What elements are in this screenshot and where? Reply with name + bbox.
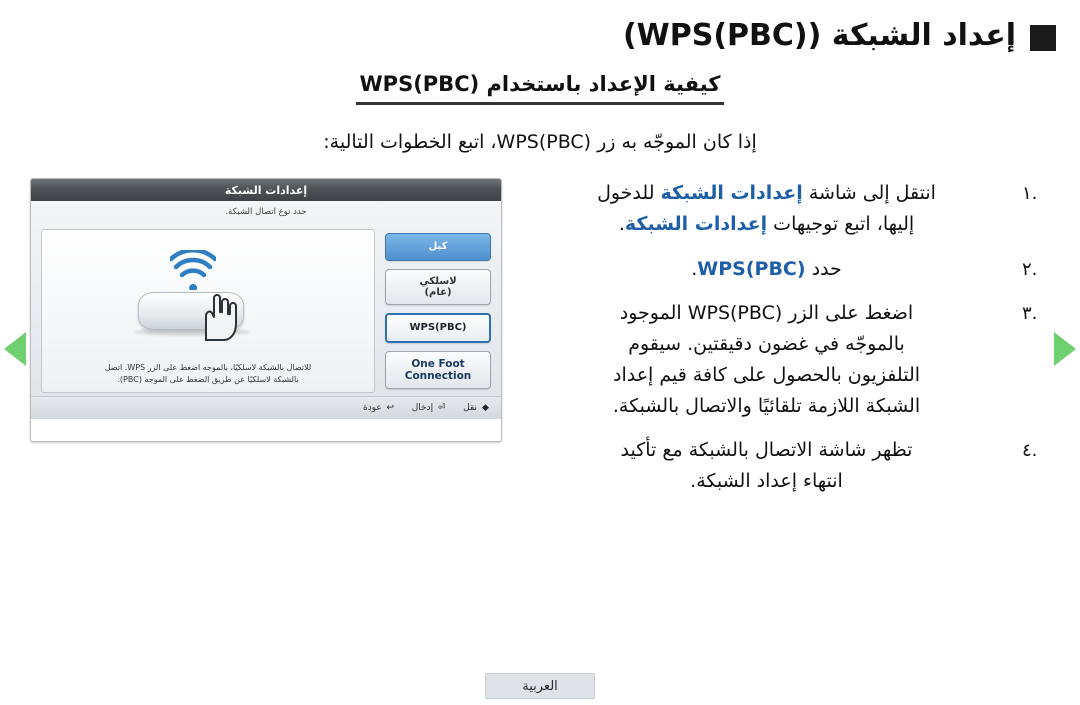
footer-item-return-label: عودة <box>363 403 382 413</box>
tv-screen-illustration: إعدادات الشبكة حدد نوع اتصال الشبكة. كبل… <box>30 178 502 442</box>
step-1-line-1-post: للدخول <box>597 182 661 204</box>
tv-preview-panel: للاتصال بالشبكة لاسلكيًا، بالموجه اضغط ع… <box>41 229 375 393</box>
tv-screen-footer: ◆ نقل ⏎ إدخال ↩ عودة <box>31 396 501 419</box>
step-4-text: تظهر شاشة الاتصال بالشبكة مع تأكيد انتها… <box>511 435 1022 497</box>
router-illustration <box>42 244 374 341</box>
footer-item-move-label: نقل <box>463 403 477 413</box>
footer-item-enter[interactable]: ⏎ إدخال <box>412 403 447 413</box>
step-3-number: .٣ <box>1022 303 1038 325</box>
step-2-number: .٢ <box>1022 258 1038 280</box>
square-bullet-icon <box>1030 24 1056 51</box>
tv-screen-hint: حدد نوع اتصال الشبكة. <box>225 207 307 217</box>
page-title: إعداد الشبكة (WPS(PBC)) <box>622 18 1016 53</box>
tv-menu-item-cable[interactable]: كبل <box>385 233 491 261</box>
step-4-number: .٤ <box>1022 440 1038 462</box>
tv-menu-item-one-foot-label-2: Connection <box>404 370 472 382</box>
footer-item-return[interactable]: ↩ عودة <box>363 403 396 413</box>
step-1-line-1-pre: انتقل إلى شاشة <box>802 182 936 204</box>
tv-menu-item-wireless-label-2: (عام) <box>424 287 452 298</box>
tv-menu-item-cable-label: كبل <box>428 241 448 253</box>
tv-menu-item-wpspbc[interactable]: WPS(PBC) <box>385 313 491 343</box>
step-1-text: انتقل إلى شاشة إعدادات الشبكة للدخول إلي… <box>511 178 1022 240</box>
step-3-line-4: الشبكة اللازمة تلقائيًا والاتصال بالشبكة… <box>612 394 921 417</box>
step-4-line-1: تظهر شاشة الاتصال بالشبكة مع تأكيد <box>620 439 913 462</box>
language-tab[interactable]: العربية <box>485 673 595 699</box>
step-1-line-1: انتقل إلى شاشة إعدادات الشبكة للدخول <box>511 178 1022 209</box>
step-1-line-1-highlight: إعدادات الشبكة <box>660 182 803 204</box>
wifi-icon <box>170 250 216 290</box>
enter-key-icon: ⏎ <box>437 403 446 413</box>
footer-item-move[interactable]: ◆ نقل <box>463 403 491 413</box>
step-2-line-1: حدد WPS(PBC). <box>511 254 1022 285</box>
step-4: .٤ تظهر شاشة الاتصال بالشبكة مع تأكيد ان… <box>511 435 1056 497</box>
prev-page-arrow-icon[interactable] <box>4 332 26 366</box>
tv-menu-item-wireless[interactable]: لاسلكي (عام) <box>385 269 491 305</box>
tv-panel-description-line2: بالشبكة لاسلكيًا عن طريق الضغط على الموج… <box>117 375 299 384</box>
tv-menu-list: كبل لاسلكي (عام) WPS(PBC) One Foot Conne… <box>385 233 491 389</box>
tv-screen-body: حدد نوع اتصال الشبكة. كبل لاسلكي (عام) W… <box>31 201 501 419</box>
steps-list: .١ انتقل إلى شاشة إعدادات الشبكة للدخول … <box>511 178 1056 511</box>
tv-panel-description-line1: للاتصال بالشبكة لاسلكيًا، بالموجه اضغط ع… <box>104 363 312 372</box>
step-1-line-2-pre: إليها، اتبع توجيهات <box>767 212 915 235</box>
step-1-line-2: إليها، اتبع توجيهات إعدادات الشبكة. <box>511 209 1022 240</box>
tv-screen-titlebar: إعدادات الشبكة <box>31 179 501 201</box>
step-2-line-1-highlight: WPS(PBC) <box>697 257 806 280</box>
step-3: .٣ اضغط على الزر WPS(PBC) الموجود بالموج… <box>511 298 1056 421</box>
step-2-text: حدد WPS(PBC). <box>511 254 1022 285</box>
intro-paragraph: إذا كان الموجّه به زر WPS(PBC)، اتبع الخ… <box>323 131 757 153</box>
step-1-line-2-highlight: إعدادات الشبكة <box>624 212 768 235</box>
footer-item-enter-label: إدخال <box>411 403 434 413</box>
step-3-text: اضغط على الزر WPS(PBC) الموجود بالموجّه … <box>511 298 1022 421</box>
subtitle-wrap: كيفية الإعداد باستخدام WPS(PBC) <box>24 72 1056 105</box>
tv-menu-item-one-foot-connection[interactable]: One Foot Connection <box>385 351 491 389</box>
tv-menu-item-one-foot-label-1: One Foot <box>411 357 465 370</box>
page-header: إعداد الشبكة (WPS(PBC)) <box>24 18 1056 53</box>
tv-menu-item-wpspbc-label: WPS(PBC) <box>409 322 467 334</box>
step-2-line-1-pre: حدد <box>805 257 842 280</box>
step-1-number: .١ <box>1022 183 1038 204</box>
hand-pointer-icon <box>205 294 237 341</box>
step-1: .١ انتقل إلى شاشة إعدادات الشبكة للدخول … <box>511 178 1056 240</box>
section-subtitle: كيفية الإعداد باستخدام WPS(PBC) <box>355 72 725 105</box>
move-arrows-icon: ◆ <box>482 403 489 413</box>
step-3-line-1: اضغط على الزر WPS(PBC) الموجود <box>619 302 914 325</box>
tv-panel-description: للاتصال بالشبكة لاسلكيًا، بالموجه اضغط ع… <box>50 362 366 386</box>
next-page-arrow-icon[interactable] <box>1054 332 1076 366</box>
step-3-line-2: بالموجّه في غضون دقيقتين. سيقوم <box>628 333 905 356</box>
step-2: .٢ حدد WPS(PBC). <box>511 254 1056 285</box>
tv-menu-item-wireless-label-1: لاسلكي <box>419 275 457 287</box>
step-4-line-2: انتهاء إعداد الشبكة. <box>690 470 843 493</box>
return-key-icon: ↩ <box>386 403 395 413</box>
step-3-line-3: التلفزيون بالحصول على كافة قيم إعداد <box>612 363 921 386</box>
